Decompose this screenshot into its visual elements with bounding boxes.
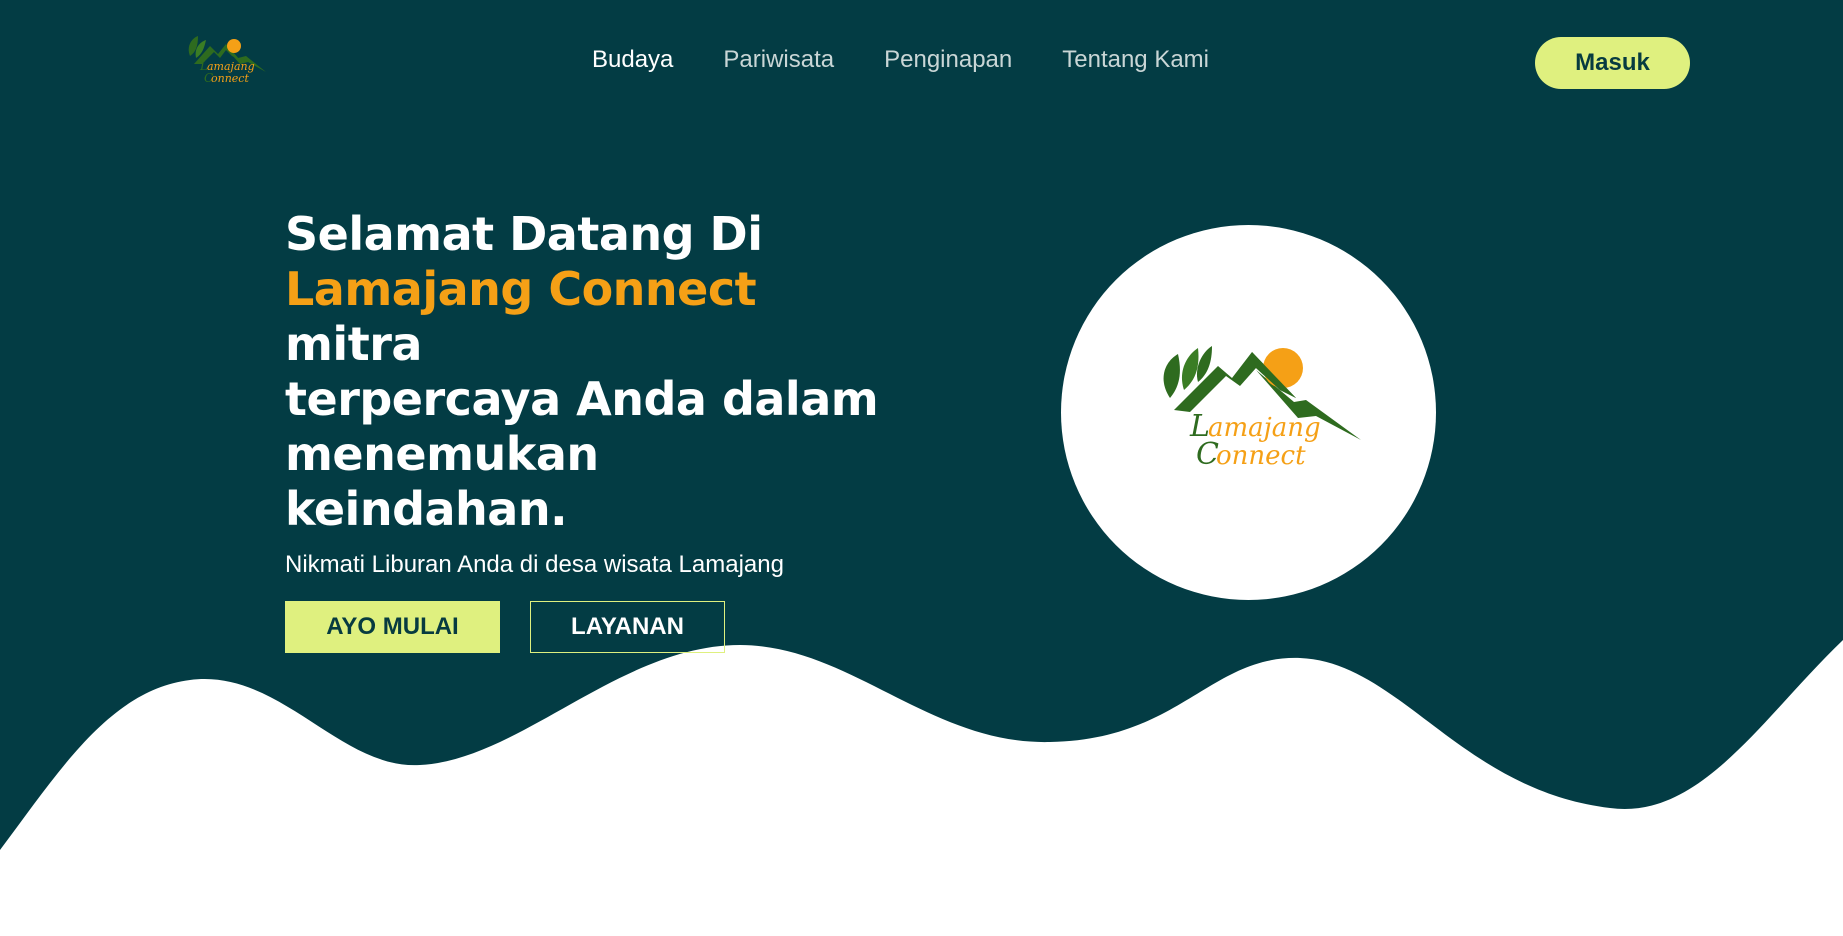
- login-button[interactable]: Masuk: [1535, 37, 1690, 89]
- logo-line2: onnect: [211, 72, 249, 85]
- main-nav: Budaya Pariwisata Penginapan Tentang Kam…: [592, 46, 1259, 74]
- nav-item-budaya[interactable]: Budaya: [592, 46, 673, 74]
- nav-item-pariwisata[interactable]: Pariwisata: [723, 46, 834, 74]
- hero-logo: L amajang C onnect: [1163, 346, 1361, 470]
- hero-logo-circle: L amajang C onnect: [1061, 225, 1436, 600]
- hero-text-block: Selamat Datang Di Lamajang Connect mitra…: [285, 207, 885, 653]
- hero-logo-line2: onnect: [1216, 441, 1306, 470]
- hero-headline: Selamat Datang Di Lamajang Connect mitra…: [285, 207, 885, 537]
- services-button[interactable]: LAYANAN: [530, 601, 725, 653]
- get-started-button[interactable]: AYO MULAI: [285, 601, 500, 653]
- headline-brand-accent: Lamajang Connect: [285, 262, 757, 316]
- landing-page: L amajang C onnect Budaya Pariwisata Pen…: [0, 0, 1843, 936]
- hero-subtitle: Nikmati Liburan Anda di desa wisata Lama…: [285, 551, 784, 578]
- hero-logo-line1: amajang: [1208, 413, 1321, 443]
- nav-item-tentang-kami[interactable]: Tentang Kami: [1062, 46, 1209, 74]
- headline-line3: terpercaya Anda dalam: [285, 372, 879, 426]
- headline-line1: Selamat Datang Di: [285, 207, 763, 261]
- navbar: L amajang C onnect Budaya Pariwisata Pen…: [0, 0, 1843, 125]
- brand-logo[interactable]: L amajang C onnect: [184, 34, 268, 86]
- hero-background: [0, 0, 1843, 936]
- headline-line2-rest: mitra: [285, 317, 422, 371]
- headline-line4: menemukan keindahan.: [285, 427, 599, 536]
- nav-item-penginapan[interactable]: Penginapan: [884, 46, 1012, 74]
- cta-row: AYO MULAI LAYANAN: [285, 601, 885, 653]
